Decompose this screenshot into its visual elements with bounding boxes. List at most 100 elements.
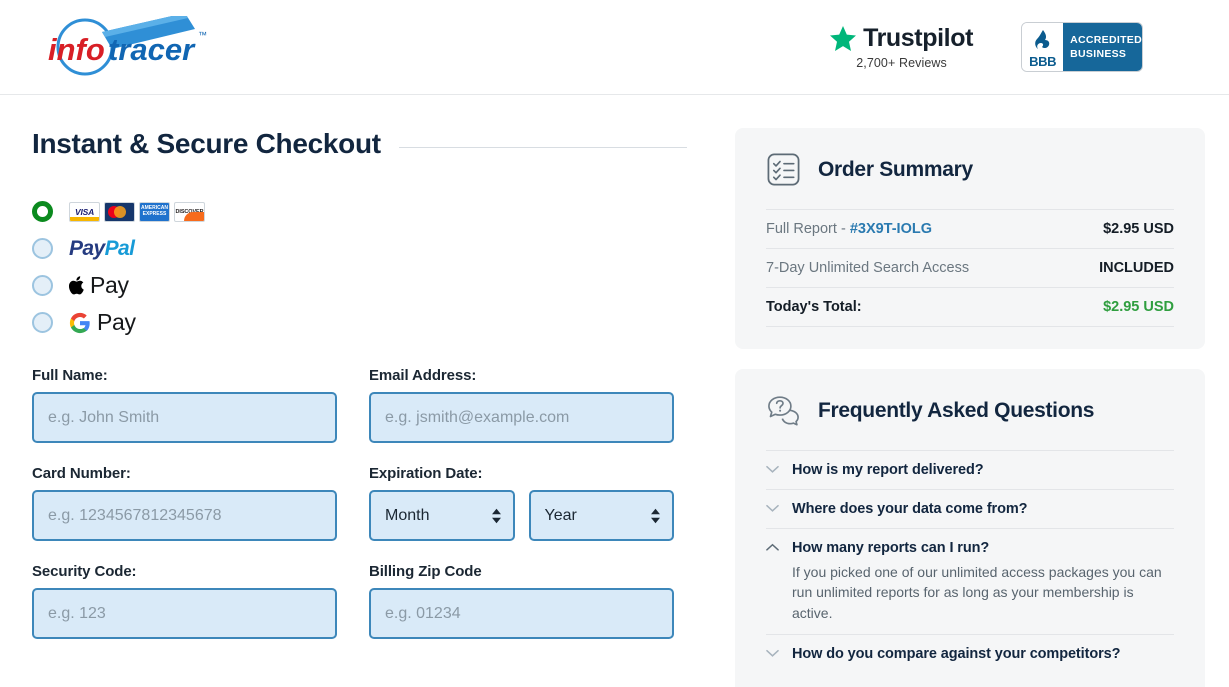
page-title: Instant & Secure Checkout — [32, 128, 381, 159]
mastercard-icon — [104, 201, 135, 222]
trustpilot-name: Trustpilot — [863, 24, 973, 52]
faq-question: How many reports can I run? — [792, 540, 990, 556]
order-summary-title: Order Summary — [818, 157, 973, 181]
label-full-name: Full Name: — [32, 367, 108, 384]
amex-icon: AMERICAN EXPRESS — [139, 201, 170, 222]
field-billing-zip: Billing Zip Code — [369, 563, 674, 639]
label-security-code: Security Code: — [32, 563, 137, 580]
chevron-up-icon[interactable] — [766, 543, 779, 552]
faq-question-row[interactable]: Where does your data come from? — [766, 501, 1174, 517]
order-row-value: INCLUDED — [1099, 260, 1174, 276]
page-body: Instant & Secure Checkout VISA AMERICAN E… — [0, 95, 1229, 687]
order-summary-header: Order Summary — [766, 152, 1174, 187]
sidebar-column: Order Summary Full Report - #3X9T-IOLG $… — [735, 128, 1205, 687]
order-total-value: $2.95 USD — [1103, 299, 1174, 315]
faq-header: Frequently Asked Questions — [766, 393, 1174, 428]
order-row-search-access: 7-Day Unlimited Search Access INCLUDED — [766, 248, 1174, 287]
field-card-number: Card Number: — [32, 465, 337, 541]
svg-text:™: ™ — [198, 30, 207, 40]
label-billing-zip: Billing Zip Code — [369, 563, 482, 580]
chevron-down-icon[interactable] — [766, 649, 779, 658]
expiration-year-select[interactable]: Year — [528, 490, 674, 541]
faq-question-row[interactable]: How do you compare against your competit… — [766, 646, 1174, 662]
email-input[interactable] — [369, 392, 674, 443]
order-row-label: Full Report - — [766, 221, 850, 237]
label-expiration-date: Expiration Date: — [369, 465, 483, 482]
apple-pay-word: Pay — [90, 272, 129, 298]
order-row-label: 7-Day Unlimited Search Access — [766, 260, 970, 276]
logo-svg: info tracer ™ — [48, 16, 207, 76]
radio-card[interactable] — [32, 201, 53, 222]
field-full-name: Full Name: — [32, 367, 337, 443]
radio-paypal[interactable] — [32, 238, 53, 259]
payment-option-applepay[interactable]: Pay — [32, 267, 687, 304]
expiration-year-value: Year — [544, 506, 577, 524]
month-stepper-arrows-icon[interactable] — [491, 508, 501, 523]
faq-question: Where does your data come from? — [792, 501, 1028, 517]
checklist-icon — [767, 153, 800, 186]
faq-answer: If you picked one of our unlimited acces… — [792, 564, 1162, 621]
title-divider — [398, 146, 687, 148]
site-header: info tracer ™ Trustpilot 2,700+ Reviews … — [0, 0, 1229, 95]
trust-badges: Trustpilot 2,700+ Reviews BBB ACCREDITED… — [830, 22, 1143, 72]
bbb-line1: ACCREDITED — [1070, 34, 1142, 47]
question-bubble-icon — [768, 396, 799, 426]
faq-question: How is my report delivered? — [792, 462, 984, 478]
payment-option-card[interactable]: VISA AMERICANEXPRESS DISCOVER — [32, 193, 687, 230]
chevron-down-icon[interactable] — [766, 504, 779, 513]
bbb-text: ACCREDITED BUSINESS — [1063, 23, 1142, 71]
year-stepper-arrows-icon[interactable] — [651, 508, 660, 523]
payment-method-list: VISA AMERICANEXPRESS DISCOVER PayP — [32, 193, 687, 341]
field-security-code: Security Code: — [32, 563, 337, 639]
bbb-line2: BUSINESS — [1070, 47, 1127, 60]
faq-item[interactable]: Where does your data come from? — [766, 489, 1174, 528]
google-pay-logo: Pay — [69, 309, 136, 336]
full-name-input[interactable] — [32, 392, 337, 443]
faq-item-expanded[interactable]: How many reports can I run? If you picke… — [766, 528, 1174, 634]
field-expiration-date: Expiration Date: Month Year — [369, 465, 674, 541]
order-row-total: Today's Total: $2.95 USD — [766, 287, 1174, 327]
order-row-value: $2.95 USD — [1103, 221, 1174, 237]
faq-question: How do you compare against your competit… — [792, 645, 1121, 662]
order-row-label-group: Full Report - #3X9T-IOLG — [766, 221, 932, 237]
trustpilot-star-icon — [830, 26, 857, 51]
faq-item[interactable]: How is my report delivered? — [766, 450, 1174, 489]
bbb-seal: BBB — [1022, 23, 1064, 71]
faq-item[interactable]: How do you compare against your competit… — [766, 633, 1174, 673]
label-email: Email Address: — [369, 367, 477, 384]
billing-zip-input[interactable] — [369, 588, 674, 639]
card-number-input[interactable] — [32, 490, 337, 541]
order-summary-panel: Order Summary Full Report - #3X9T-IOLG $… — [735, 128, 1205, 349]
checkout-fields: Full Name: Email Address: Card Number: E… — [32, 367, 687, 661]
bbb-accredited-badge[interactable]: BBB ACCREDITED BUSINESS — [1021, 22, 1143, 72]
chevron-down-icon[interactable] — [766, 465, 779, 474]
google-pay-word: Pay — [97, 309, 136, 335]
paypal-logo: PayPal — [69, 236, 135, 260]
expiration-selects: Month Year — [369, 490, 674, 541]
order-total-label: Today's Total: — [766, 299, 862, 315]
order-report-code[interactable]: #3X9T-IOLG — [850, 221, 932, 237]
payment-option-googlepay[interactable]: Pay — [32, 304, 687, 341]
radio-googlepay[interactable] — [32, 312, 53, 333]
checkout-form-column: Instant & Secure Checkout VISA AMERICAN E… — [32, 128, 687, 661]
svg-text:tracer: tracer — [108, 32, 196, 67]
field-email: Email Address: — [369, 367, 674, 443]
discover-icon: DISCOVER — [174, 201, 205, 222]
apple-pay-logo: Pay — [69, 272, 129, 299]
faq-panel: Frequently Asked Questions How is my rep… — [735, 369, 1205, 687]
trustpilot-reviews: 2,700+ Reviews — [856, 56, 947, 70]
security-code-input[interactable] — [32, 588, 337, 639]
faq-question-row[interactable]: How many reports can I run? — [766, 540, 1174, 556]
apple-icon — [69, 276, 84, 295]
visa-icon: VISA — [69, 201, 100, 222]
infotracer-logo[interactable]: info tracer ™ — [30, 16, 215, 78]
google-g-icon — [69, 312, 90, 333]
trustpilot-badge[interactable]: Trustpilot 2,700+ Reviews — [830, 24, 973, 70]
radio-applepay[interactable] — [32, 275, 53, 296]
bbb-torch-icon — [1034, 29, 1049, 49]
expiration-month-select[interactable]: Month — [369, 490, 515, 541]
bbb-letters: BBB — [1029, 53, 1057, 69]
faq-question-row[interactable]: How is my report delivered? — [766, 462, 1174, 478]
page-title-row: Instant & Secure Checkout — [32, 128, 687, 160]
payment-option-paypal[interactable]: PayPal — [32, 230, 687, 267]
